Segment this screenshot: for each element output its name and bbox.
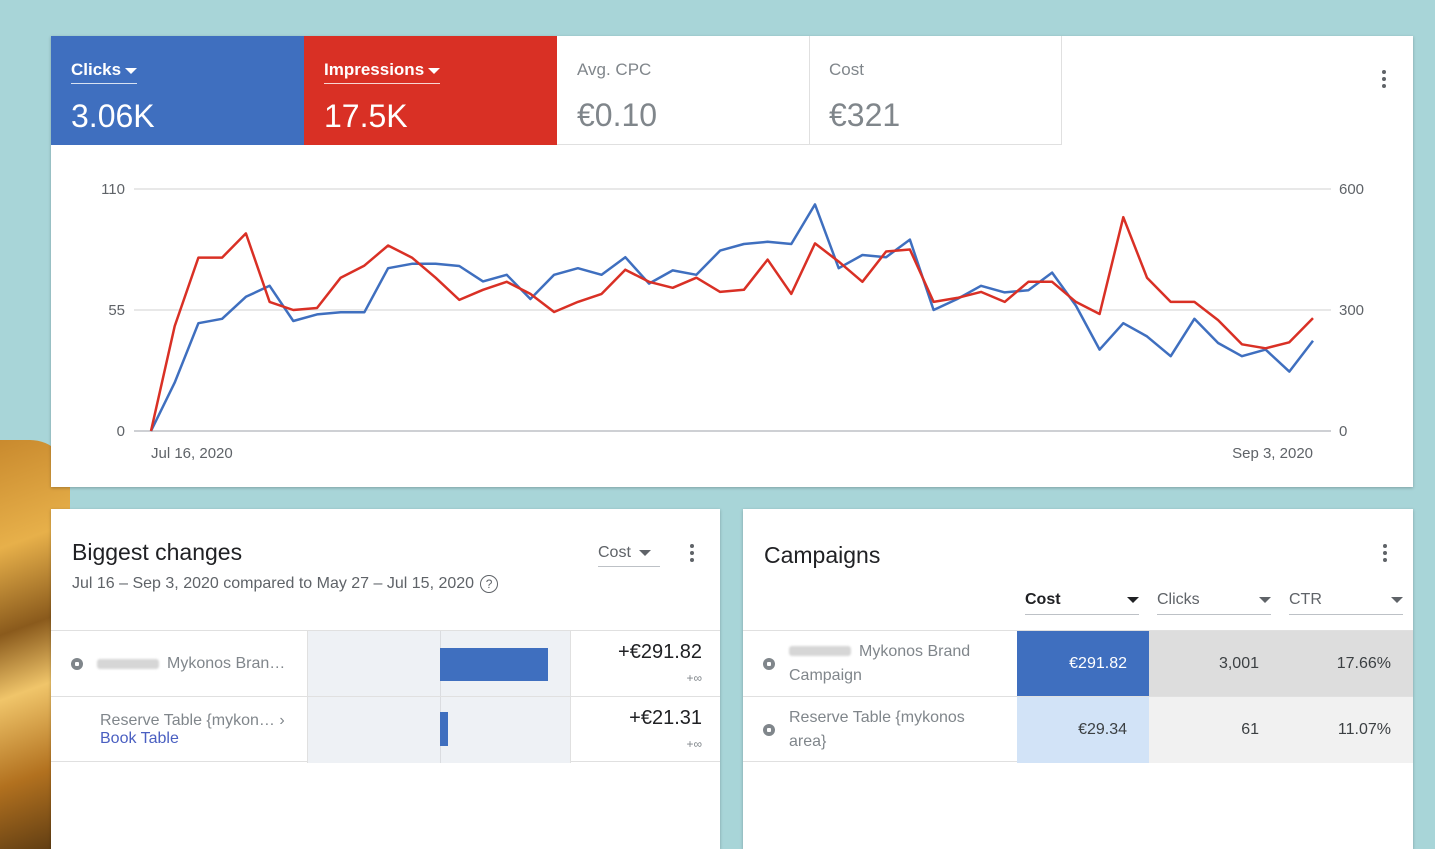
change-row[interactable]: Mykonos Bran… +€291.82 +∞ xyxy=(51,630,720,697)
cost-cell: €29.34 xyxy=(1017,697,1149,763)
change-bar-area xyxy=(307,631,571,697)
sort-down-icon xyxy=(1259,597,1271,603)
campaign-name: Reserve Table {mykonos xyxy=(789,709,965,726)
right-tick-label: 0 xyxy=(1339,423,1347,440)
left-tick-label: 0 xyxy=(117,423,125,440)
right-tick-label: 600 xyxy=(1339,181,1364,198)
campaign-row[interactable]: Reserve Table {mykonos area} €29.34 61 1… xyxy=(743,696,1413,763)
series-line-clicks xyxy=(149,203,1314,432)
more-options-icon[interactable] xyxy=(680,541,704,565)
cost-cell: €291.82 xyxy=(1017,631,1149,697)
campaign-name: Mykonos Brand xyxy=(859,643,971,660)
performance-line-chart: 110 600 55 300 0 0 Jul 16, 2020 Sep 3, 2020 xyxy=(101,181,1364,462)
x-start-label: Jul 16, 2020 xyxy=(151,445,233,462)
biggest-changes-card: Biggest changes Cost Jul 16 – Sep 3, 202… xyxy=(51,509,720,849)
ad-link[interactable]: Book Table xyxy=(100,730,179,748)
help-icon[interactable]: ? xyxy=(480,575,499,593)
change-row[interactable]: Reserve Table {mykon… › Book Table +€21.… xyxy=(51,696,720,763)
card-title: Biggest changes xyxy=(72,539,243,565)
column-header-cost[interactable]: Cost xyxy=(1025,591,1139,615)
x-end-label: Sep 3, 2020 xyxy=(1232,445,1313,462)
card-title: Campaigns xyxy=(764,542,881,568)
status-icon xyxy=(763,724,775,736)
status-icon xyxy=(763,658,775,670)
campaign-name-cont: Campaign xyxy=(789,667,862,684)
ad-group-name: Reserve Table {mykon… › xyxy=(100,712,285,729)
sort-down-icon xyxy=(1127,597,1139,603)
redacted-text xyxy=(789,646,851,656)
overview-card: Clicks 3.06K Impressions 17.5K Avg. CPC … xyxy=(51,36,1413,487)
left-tick-label: 55 xyxy=(108,302,125,319)
campaign-name: Mykonos Bran… xyxy=(167,655,286,672)
change-percent: +∞ xyxy=(686,737,702,751)
redacted-text xyxy=(97,659,159,669)
change-bar-area xyxy=(307,697,571,763)
sort-down-icon xyxy=(1391,597,1403,603)
more-options-icon[interactable] xyxy=(1373,541,1397,565)
right-tick-label: 300 xyxy=(1339,302,1364,319)
campaign-name-cell: Mykonos Brand Campaign xyxy=(763,631,1013,697)
campaign-name-cont: area} xyxy=(789,733,827,750)
column-header-clicks[interactable]: Clicks xyxy=(1157,591,1271,615)
change-percent: +∞ xyxy=(686,671,702,685)
clicks-cell: 3,001 xyxy=(1149,631,1281,697)
row-name: Reserve Table {mykon… › Book Table xyxy=(71,697,307,763)
series-line-impressions xyxy=(149,215,1314,432)
campaigns-card: Campaigns Cost Clicks CTR Mykonos Brand … xyxy=(743,509,1413,849)
row-name: Mykonos Bran… xyxy=(71,631,307,697)
sort-metric-dropdown[interactable]: Cost xyxy=(598,544,660,567)
column-header-ctr[interactable]: CTR xyxy=(1289,591,1403,615)
change-bar xyxy=(440,712,448,746)
clicks-cell: 61 xyxy=(1149,697,1281,763)
change-value: +€21.31 xyxy=(629,707,702,729)
status-icon xyxy=(71,658,83,670)
change-bar xyxy=(440,648,548,681)
campaign-row[interactable]: Mykonos Brand Campaign €291.82 3,001 17.… xyxy=(743,630,1413,697)
ctr-cell: 11.07% xyxy=(1281,697,1413,763)
date-comparison-text: Jul 16 – Sep 3, 2020 compared to May 27 … xyxy=(72,575,499,593)
ctr-cell: 17.66% xyxy=(1281,631,1413,697)
left-tick-label: 110 xyxy=(101,181,125,198)
campaign-name-cell: Reserve Table {mykonos area} xyxy=(763,697,1013,763)
change-value: +€291.82 xyxy=(618,641,702,663)
caret-down-icon xyxy=(639,549,652,556)
